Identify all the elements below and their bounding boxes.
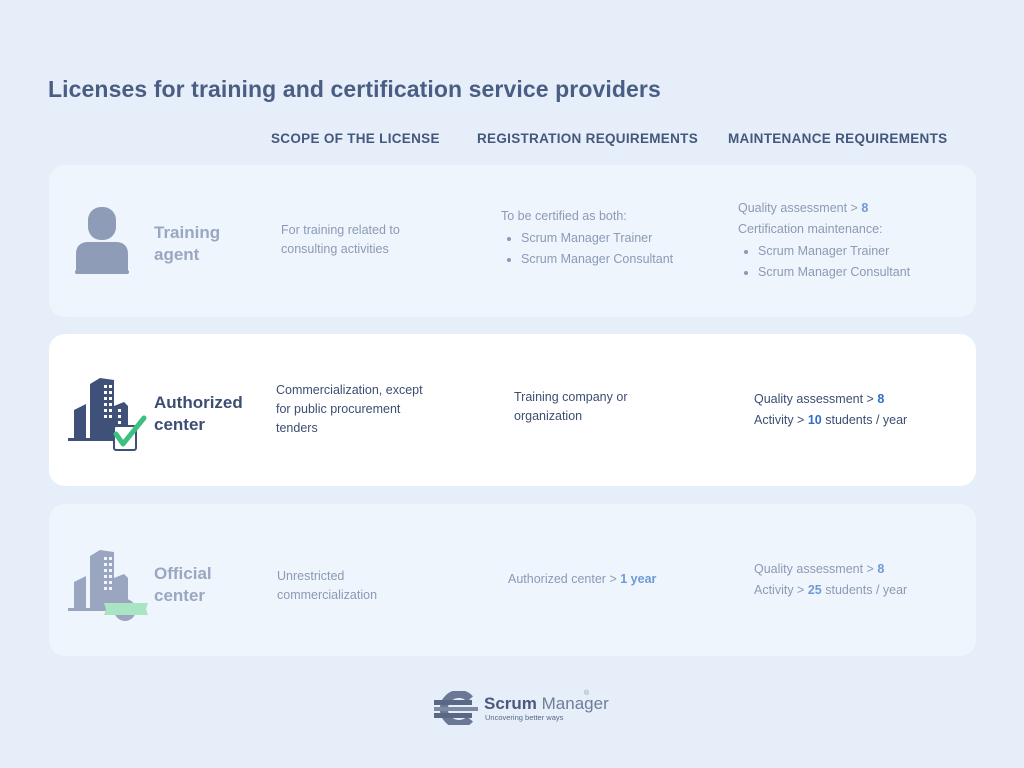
building-check-icon [66,376,148,459]
registration-requirements: Training company or organization [514,390,628,423]
logo-wordmark: Scrum Manager [484,694,609,713]
page-title: Licenses for training and certification … [48,76,661,102]
column-header-registration: REGISTRATION REQUIREMENTS [477,131,699,146]
registered-mark: ® [584,690,590,697]
registration-requirements: Authorized center > 1 year [508,572,657,586]
person-icon [75,206,129,279]
license-card-authorized-center: Authorized center Commercialization, exc… [49,334,976,486]
registration-requirements: To be certified as both: Scrum Manager T… [501,207,673,270]
license-card-training-agent: Training agent For training related to c… [49,165,976,317]
license-card-official-center: Official center Unrestricted commerciali… [49,504,976,656]
building-seal-icon [66,548,150,627]
maintenance-requirements: Quality assessment > 8 Activity > 10 stu… [754,392,908,427]
scope-text: Commercialization, except for public pro… [276,383,423,435]
logo-tagline: Uncovering better ways [485,713,564,722]
list-item: Scrum Manager Trainer [521,228,673,249]
scrum-manager-logo: Scrum Manager ® Uncovering better ways [432,690,609,726]
scope-text: Unrestricted commercialization [277,569,378,602]
license-name: Training agent [154,223,221,264]
list-item: Scrum Manager Trainer [758,241,910,262]
maintenance-requirements: Quality assessment > 8 Activity > 25 stu… [754,562,908,597]
license-name: Authorized center [154,393,243,434]
license-name: Official center [154,564,212,605]
infographic-page: { "title": "Licenses for training and ce… [0,0,1024,768]
list-item: Scrum Manager Consultant [758,262,910,283]
list-item: Scrum Manager Consultant [521,249,673,270]
column-header-maintenance: MAINTENANCE REQUIREMENTS [728,131,948,146]
maintenance-requirements: Quality assessment > 8 Certification mai… [738,199,910,283]
column-header-scope: SCOPE OF THE LICENSE [271,131,440,146]
logo-mark-icon [434,691,478,725]
scope-text: For training related to consulting activ… [281,223,400,256]
